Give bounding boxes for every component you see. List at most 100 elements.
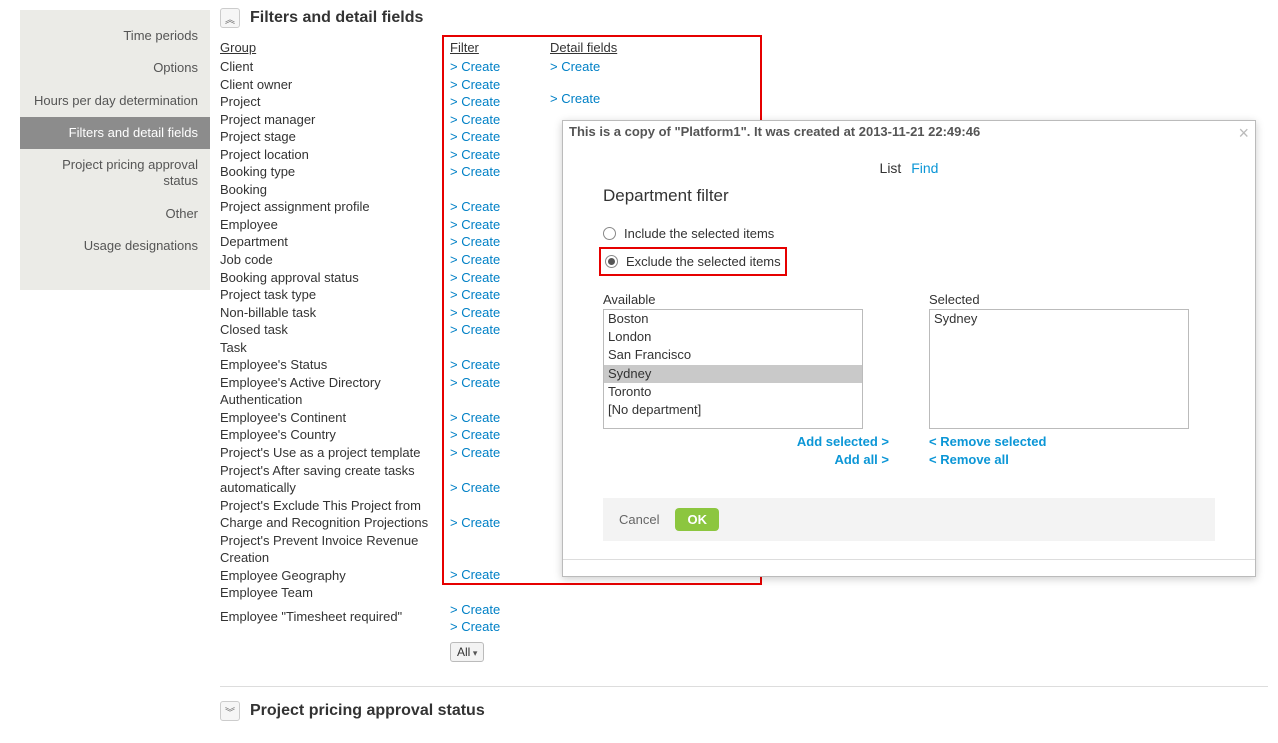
filter-create-link[interactable]: > Create — [450, 269, 550, 287]
available-label: Available — [603, 292, 889, 307]
expand-icon[interactable]: ︾ — [220, 701, 240, 721]
filter-create-link[interactable]: > Create — [450, 304, 550, 322]
filter-create-link[interactable]: > Create — [450, 128, 550, 146]
tab-list[interactable]: List — [880, 160, 902, 176]
radio-exclude-highlight: Exclude the selected items — [599, 247, 787, 276]
list-item[interactable]: London — [604, 328, 862, 346]
group-row: Employee "Timesheet required" — [220, 608, 450, 626]
close-icon[interactable]: × — [1238, 124, 1249, 142]
group-row: Project's After saving create tasks auto… — [220, 462, 450, 497]
sidebar-item[interactable]: Filters and detail fields — [20, 117, 210, 149]
detail-header: Detail fields — [550, 40, 750, 58]
filter-create-link[interactable]: > Create — [450, 409, 550, 427]
group-row: Employee's Active Directory Authenticati… — [220, 374, 450, 409]
filter-create-link[interactable]: > Create — [450, 444, 550, 479]
group-row: Project manager — [220, 111, 450, 129]
cancel-button[interactable]: Cancel — [619, 512, 659, 527]
group-row: Project — [220, 93, 450, 111]
filter-create-link[interactable]: > Create — [450, 146, 550, 164]
filter-create-link[interactable]: > Create — [450, 566, 550, 601]
modal-title: Department filter — [603, 186, 1215, 206]
sidebar-item[interactable]: Project pricing approval status — [20, 149, 210, 198]
collapse-icon[interactable]: ︽ — [220, 8, 240, 28]
group-row: Project stage — [220, 128, 450, 146]
sidebar: Time periodsOptionsHours per day determi… — [20, 10, 210, 290]
radio-exclude[interactable]: Exclude the selected items — [605, 252, 781, 271]
radio-icon — [603, 227, 616, 240]
filter-create-link[interactable]: > Create — [450, 251, 550, 269]
filter-create-link[interactable]: > Create — [450, 514, 550, 566]
ok-button[interactable]: OK — [675, 508, 719, 531]
group-row: Employee's Country — [220, 426, 450, 444]
group-row: Job code — [220, 251, 450, 269]
filter-create-link[interactable]: > Create — [450, 374, 550, 409]
group-row: Project's Exclude This Project from Char… — [220, 497, 450, 532]
remove-all-link[interactable]: < Remove all — [929, 451, 1215, 469]
sidebar-item[interactable]: Options — [20, 52, 210, 84]
modal-copy-text: This is a copy of "Platform1". It was cr… — [569, 124, 980, 139]
available-listbox[interactable]: BostonLondonSan FranciscoSydneyToronto[N… — [603, 309, 863, 429]
detail-create-link[interactable]: > Create — [550, 58, 750, 76]
selected-label: Selected — [929, 292, 1215, 307]
group-header: Group — [220, 40, 450, 58]
sidebar-item[interactable]: Time periods — [20, 20, 210, 52]
group-row: Employee's Continent — [220, 409, 450, 427]
filter-create-link[interactable]: > Create — [450, 58, 550, 76]
filter-create-link[interactable]: > Create — [450, 601, 550, 619]
radio-exclude-label: Exclude the selected items — [626, 254, 781, 269]
add-all-link[interactable]: Add all > — [603, 451, 889, 469]
department-filter-modal: This is a copy of "Platform1". It was cr… — [562, 120, 1256, 577]
sidebar-item[interactable]: Hours per day determination — [20, 85, 210, 117]
tab-find[interactable]: Find — [911, 160, 938, 176]
list-item[interactable]: Sydney — [604, 365, 862, 383]
detail-create-link[interactable]: > Create — [550, 90, 750, 108]
radio-icon — [605, 255, 618, 268]
group-row: Booking — [220, 181, 450, 199]
filter-create-link[interactable]: > Create — [450, 76, 550, 94]
sidebar-item[interactable]: Usage designations — [20, 230, 210, 262]
group-row: Project location — [220, 146, 450, 164]
filter-column: Filter > Create> Create> Create> Create>… — [450, 40, 550, 662]
group-row: Client — [220, 58, 450, 76]
group-row: Task — [220, 339, 450, 357]
list-item[interactable]: San Francisco — [604, 346, 862, 364]
group-row: Project's Use as a project template — [220, 444, 450, 462]
sidebar-item[interactable]: Other — [20, 198, 210, 230]
radio-include[interactable]: Include the selected items — [603, 224, 1215, 243]
section-title: Filters and detail fields — [250, 9, 423, 27]
filter-create-link[interactable]: > Create — [450, 93, 550, 111]
filter-create-link[interactable]: > Create — [450, 111, 550, 129]
selected-listbox[interactable]: Sydney — [929, 309, 1189, 429]
group-row: Employee Geography — [220, 567, 450, 585]
filter-create-link[interactable]: > Create — [450, 321, 550, 339]
filter-create-link[interactable]: > Create — [450, 426, 550, 444]
group-row: Employee's Status — [220, 356, 450, 374]
filter-create-link[interactable]: > Create — [450, 479, 550, 514]
add-selected-link[interactable]: Add selected > — [603, 433, 889, 451]
group-row: Booking type — [220, 163, 450, 181]
group-row: Project task type — [220, 286, 450, 304]
group-row: Booking approval status — [220, 269, 450, 287]
list-item[interactable]: Sydney — [930, 310, 1188, 328]
group-row: Project's Prevent Invoice Revenue Creati… — [220, 532, 450, 567]
filter-header: Filter — [450, 40, 550, 58]
filter-create-link[interactable]: > Create — [450, 163, 550, 181]
group-row: Department — [220, 233, 450, 251]
filter-create-link[interactable]: > Create — [450, 233, 550, 251]
list-item[interactable]: Boston — [604, 310, 862, 328]
group-row: Non-billable task — [220, 304, 450, 322]
group-row: Closed task — [220, 321, 450, 339]
radio-include-label: Include the selected items — [624, 226, 774, 241]
section-title-next: Project pricing approval status — [250, 702, 485, 720]
list-item[interactable]: Toronto — [604, 383, 862, 401]
filter-create-link[interactable]: > Create — [450, 356, 550, 374]
filter-create-link[interactable]: > Create — [450, 286, 550, 304]
list-item[interactable]: [No department] — [604, 401, 862, 419]
timesheet-required-select[interactable]: All — [450, 642, 484, 662]
filter-create-link[interactable]: > Create — [450, 198, 550, 216]
group-row: Employee Team — [220, 584, 450, 602]
filter-create-link[interactable]: > Create — [450, 618, 550, 636]
remove-selected-link[interactable]: < Remove selected — [929, 433, 1215, 451]
filter-create-link[interactable]: > Create — [450, 216, 550, 234]
modal-horizontal-scrollbar[interactable] — [563, 559, 1255, 576]
